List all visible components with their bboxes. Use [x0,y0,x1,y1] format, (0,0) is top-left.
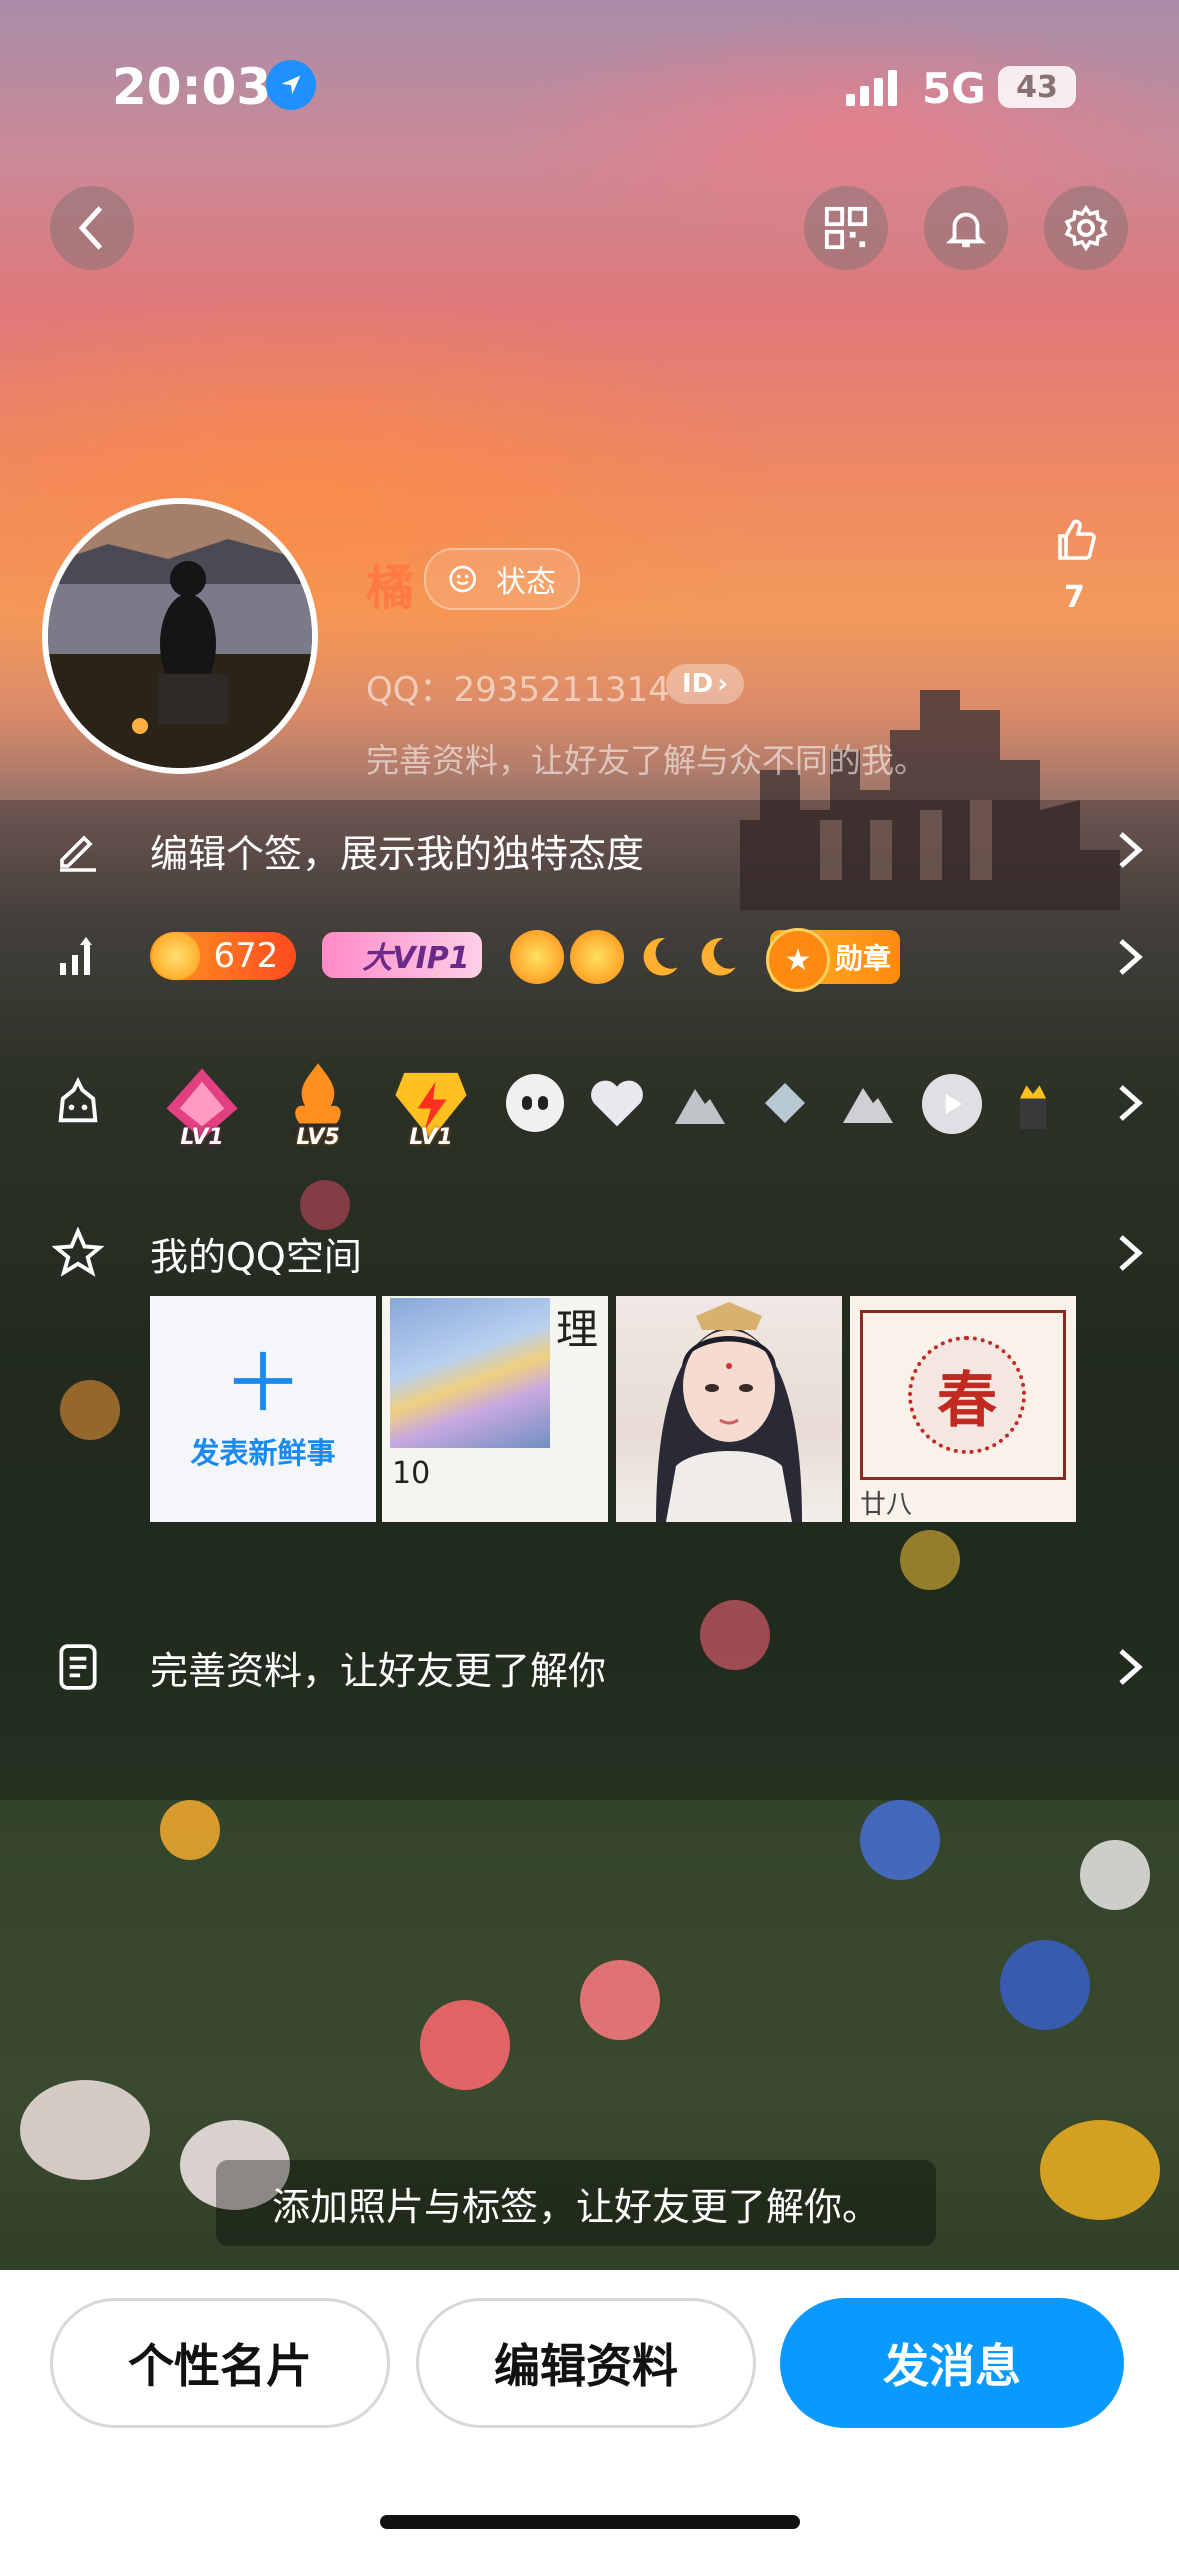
edit-profile-label: 编辑资料 [494,2339,678,2393]
chevron-left-icon [78,206,103,250]
complete-profile-hint: 完善资料，让好友了解与众不同的我。 [366,741,927,780]
vip-label: 大VIP1 [362,941,470,976]
chevron-right-icon [1119,939,1143,975]
status-button[interactable]: 状态 [424,548,580,610]
complete-profile-row[interactable]: 完善资料，让好友更了解你 [0,1622,1179,1712]
add-photos-tip[interactable]: 添加照片与标签，让好友更了解你。 [216,2160,936,2246]
badge-level: LV1 [409,1125,453,1150]
game-rank-badge: LV1 [156,1054,248,1154]
vip-badge[interactable]: 大VIP1 [322,932,482,978]
chevron-right-icon [1119,1085,1143,1121]
coin-badge[interactable]: 672 [150,932,296,980]
post-new-label: 发表新鲜事 [190,1436,336,1470]
thumbs-up-icon [1058,519,1096,560]
medal-label: 勋章 [834,942,891,975]
back-button[interactable] [50,186,134,270]
chevron-right-icon: › [717,669,728,699]
like-button[interactable] [1052,516,1100,568]
chevron-right-icon [1119,1235,1143,1271]
status-smile-icon [449,565,476,593]
sun-level-icon [570,930,624,984]
qzone-row[interactable]: 我的QQ空间 [0,1208,1179,1298]
location-icon [266,60,316,110]
id-badge-button[interactable]: ID › [666,664,744,704]
coin-icon [152,932,200,980]
network-type: 5G [922,64,986,113]
moon-level-icon [632,930,686,984]
signature-row[interactable]: 编辑个签，展示我的独特态度 [0,806,1179,894]
star-outline-icon [48,1223,108,1283]
notifications-button[interactable] [924,186,1008,270]
chevron-right-icon [1119,1649,1143,1685]
status-time: 20:03 [112,58,272,116]
level-stats-icon [48,927,108,987]
rainbow-clouds-photo [390,1298,550,1448]
tile-date: 10 [392,1456,431,1491]
game-badges-row[interactable]: LV1 LV5 LV1 [0,1040,1179,1166]
game-rank-badge: LV1 [386,1054,476,1154]
send-message-button[interactable]: 发消息 [780,2298,1124,2428]
settings-button[interactable] [1044,186,1128,270]
medal-badge[interactable]: ★ 勋章 [766,928,900,992]
qr-code-button[interactable] [804,186,888,270]
battery-indicator: 43 [998,66,1076,108]
sun-level-icon [510,930,564,984]
tile-character: 理 [555,1305,598,1354]
spring-character: 春 [908,1336,1026,1454]
gear-icon [1064,204,1108,252]
qr-code-icon [824,206,868,250]
profile-card-button[interactable]: 个性名片 [50,2298,390,2428]
heart-game-icon [588,1074,646,1132]
bell-icon [946,212,986,248]
qq-number: QQ：2935211314 [366,670,670,710]
post-new-tile[interactable]: 发表新鲜事 [150,1296,376,1522]
profile-name: 橘 [366,560,415,616]
pencil-icon [48,820,108,880]
like-count: 7 [1064,580,1085,615]
send-message-label: 发消息 [883,2339,1021,2393]
complete-profile-text: 完善资料，让好友更了解你 [150,1648,607,1693]
coin-count: 672 [213,936,279,976]
qzone-photo[interactable]: 春 廿八 [850,1296,1076,1522]
diamond-game-icon [758,1076,812,1130]
star-icon: ★ [766,928,830,992]
moon-level-icon [690,930,744,984]
bomb-game-icon [506,1074,564,1132]
game-rank-badge: LV5 [272,1050,364,1154]
portrait-illustration [656,1302,802,1522]
chevron-right-icon [1119,832,1143,868]
game-icon [48,1073,108,1133]
mountain-game-icon [836,1074,900,1132]
plus-icon [233,1351,293,1411]
avatar[interactable] [42,498,318,774]
id-badge-label: ID [682,669,714,699]
qzone-photo[interactable] [616,1296,842,1522]
character-game-icon [1010,1080,1056,1130]
qzone-photo[interactable]: 理 10 [382,1296,608,1522]
document-icon [48,1637,108,1697]
avatar-photo [48,504,312,768]
badge-level: LV1 [180,1125,224,1150]
add-photos-tip-text: 添加照片与标签，让好友更了解你。 [271,2184,880,2229]
signature-text: 编辑个签，展示我的独特态度 [150,831,645,876]
edit-profile-button[interactable]: 编辑资料 [416,2298,756,2428]
badge-level: LV5 [296,1125,340,1150]
status-label: 状态 [496,565,556,600]
play-game-icon [922,1074,982,1134]
level-row[interactable]: 672 大VIP1 ★ 勋章 [0,912,1179,1002]
home-indicator [380,2515,800,2529]
mountain-game-icon [668,1076,732,1132]
signal-icon [844,68,904,112]
tile-caption: 廿八 [860,1490,913,1520]
qzone-title: 我的QQ空间 [150,1234,362,1279]
profile-card-label: 个性名片 [128,2339,312,2393]
